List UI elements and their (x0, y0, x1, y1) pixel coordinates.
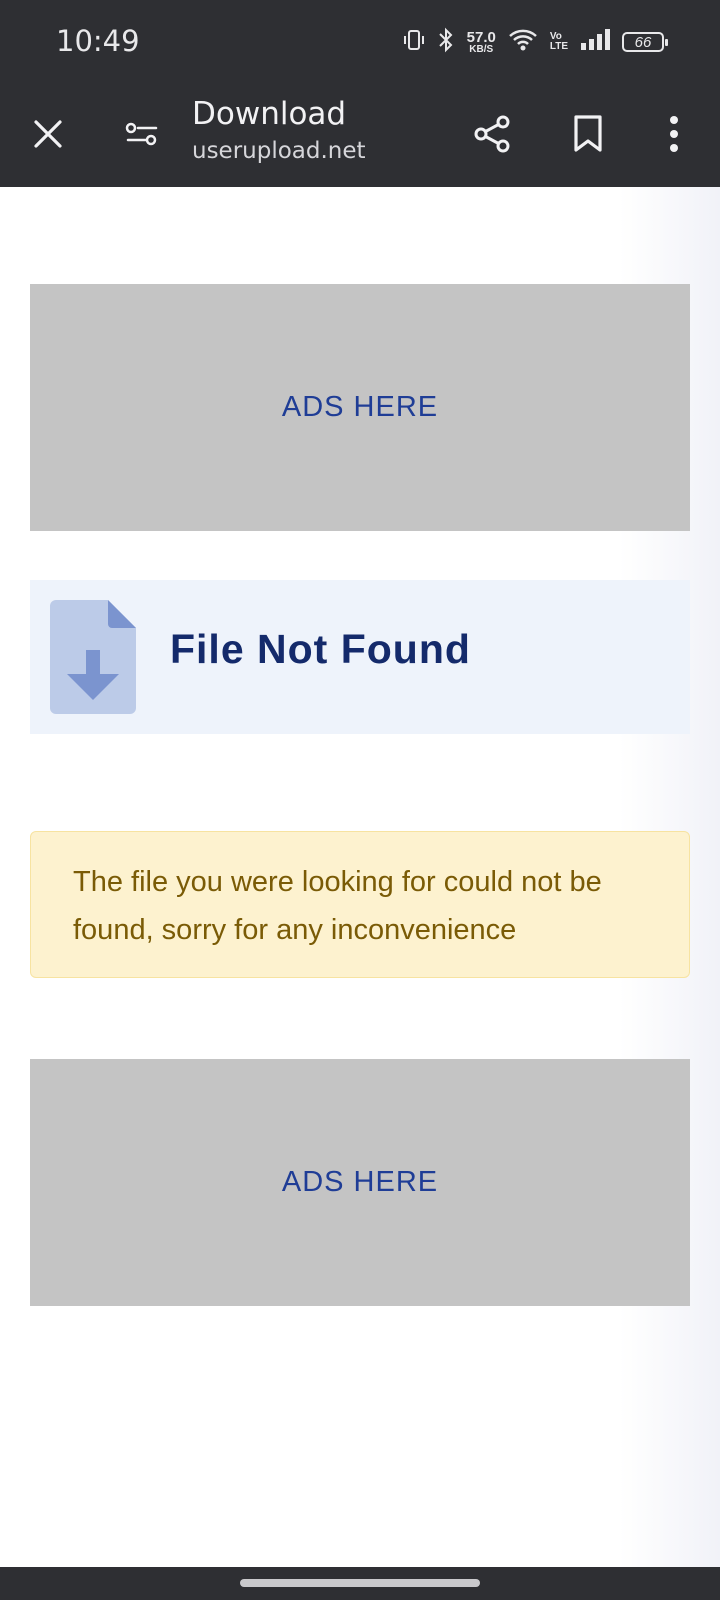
file-download-icon (50, 600, 136, 714)
battery-icon: 66 (622, 32, 668, 52)
page-settings-button[interactable] (112, 104, 172, 164)
close-button[interactable] (18, 104, 78, 164)
page-settings-icon (125, 122, 158, 146)
net-speed-value: 57.0 (466, 28, 496, 46)
custom-tab-toolbar: Download userupload.net (0, 84, 720, 187)
page-title: Download (192, 96, 347, 132)
ad-label: ADS HERE (281, 391, 439, 423)
screen: 10:49 57.0 KB/S Vo LTE 66 Download useru… (0, 0, 720, 1600)
signal-icon (580, 28, 610, 56)
volte-indicator: Vo LTE (550, 32, 568, 52)
bookmark-icon (574, 115, 602, 152)
ad-label: ADS HERE (281, 1166, 439, 1198)
bookmark-button[interactable] (558, 104, 618, 164)
net-speed: 57.0 KB/S (467, 30, 496, 55)
page-url[interactable]: userupload.net (192, 138, 366, 164)
status-time: 10:49 (56, 24, 140, 58)
ad-placeholder-top[interactable]: ADS HERE (30, 284, 690, 531)
more-vert-icon (670, 116, 678, 152)
status-bar: 10:49 57.0 KB/S Vo LTE 66 (0, 0, 720, 84)
net-speed-unit: KB/S (469, 43, 494, 55)
vibrate-icon (403, 28, 425, 57)
system-nav-bar (0, 1567, 720, 1600)
status-icons: 57.0 KB/S Vo LTE 66 (403, 26, 668, 58)
more-options-button[interactable] (644, 104, 704, 164)
close-icon (34, 120, 62, 148)
bluetooth-icon (437, 27, 455, 58)
share-icon (474, 115, 510, 153)
file-not-found-banner: File Not Found (30, 580, 690, 734)
gesture-handle[interactable] (240, 1579, 480, 1587)
share-button[interactable] (462, 104, 522, 164)
wifi-icon (508, 28, 538, 57)
ad-placeholder-bottom[interactable]: ADS HERE (30, 1059, 690, 1306)
web-content: ADS HERE File Not Found The file you wer… (0, 187, 720, 1567)
alert-message: The file you were looking for could not … (73, 866, 602, 946)
file-not-found-alert: The file you were looking for could not … (30, 831, 690, 978)
file-not-found-title: File Not Found (170, 626, 471, 672)
volte-bottom: LTE (549, 41, 568, 52)
